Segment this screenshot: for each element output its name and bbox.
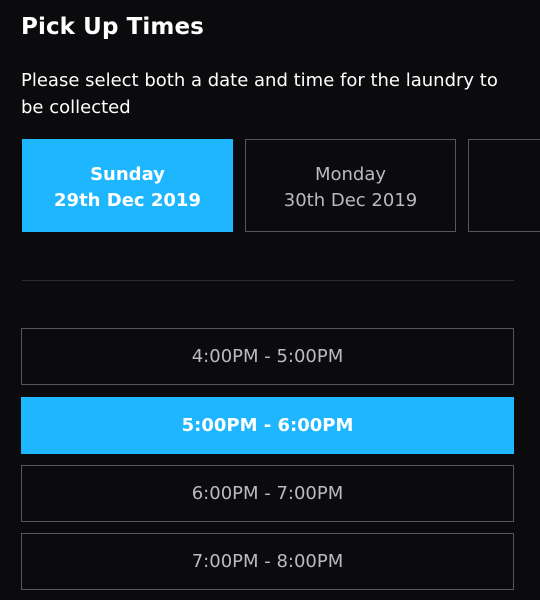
date-option-sunday[interactable]: Sunday 29th Dec 2019 bbox=[22, 139, 233, 232]
date-value-label: 31s bbox=[469, 188, 540, 214]
date-option-tuesday[interactable]: T 31s bbox=[468, 139, 540, 232]
date-day-label: Sunday bbox=[90, 164, 165, 185]
time-slot-option[interactable]: 4:00PM - 5:00PM bbox=[21, 328, 514, 385]
date-value-label: 30th Dec 2019 bbox=[283, 190, 418, 211]
date-selector[interactable]: Sunday 29th Dec 2019 Monday 30th Dec 201… bbox=[22, 139, 540, 233]
time-slot-option[interactable]: 7:00PM - 8:00PM bbox=[21, 533, 514, 590]
pickup-times-screen: Pick Up Times Please select both a date … bbox=[0, 0, 540, 600]
time-slot-option[interactable]: 6:00PM - 7:00PM bbox=[21, 465, 514, 522]
page-title: Pick Up Times bbox=[21, 14, 204, 40]
date-day-label: Monday bbox=[314, 164, 387, 185]
instruction-text: Please select both a date and time for t… bbox=[21, 70, 498, 118]
time-slot-option[interactable]: 5:00PM - 6:00PM bbox=[21, 397, 514, 454]
section-divider bbox=[22, 280, 514, 281]
date-option-monday[interactable]: Monday 30th Dec 2019 bbox=[245, 139, 456, 232]
date-day-label: T bbox=[469, 162, 540, 188]
date-value-label: 29th Dec 2019 bbox=[54, 190, 201, 211]
